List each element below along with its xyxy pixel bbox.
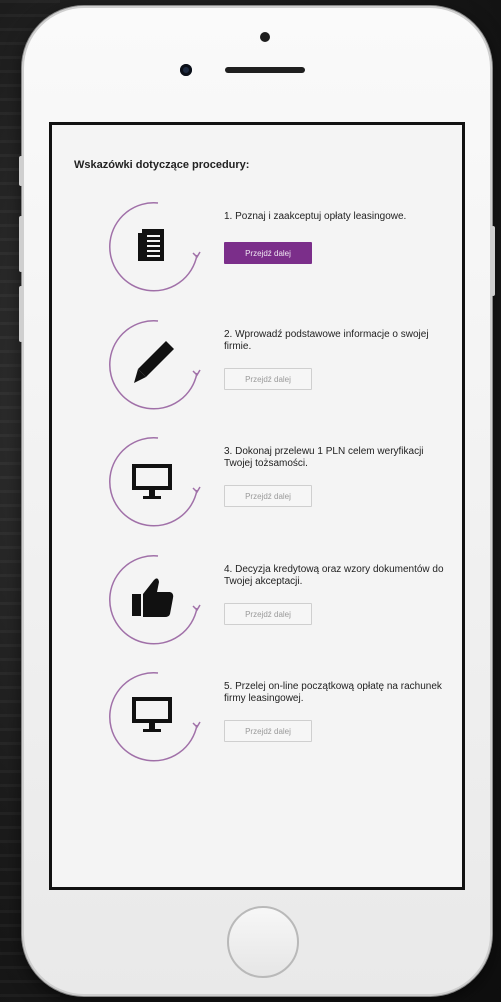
earpiece-speaker: [225, 67, 305, 73]
front-camera: [180, 64, 192, 76]
monitor-icon: [132, 697, 172, 732]
home-button[interactable]: [227, 906, 299, 978]
monitor-icon: [132, 464, 172, 499]
next-step-button[interactable]: Przejdź dalej: [224, 720, 312, 742]
phone-screen: Wskazówki dotyczące procedury: 1. Poznaj…: [49, 122, 465, 890]
step-item: 4. Decyzja kredytową oraz wzory dokument…: [52, 550, 462, 660]
step-item: 5. Przelej on-line początkową opłatę na …: [52, 667, 462, 777]
next-step-button[interactable]: Przejdź dalej: [224, 485, 312, 507]
power-button: [491, 226, 495, 296]
step-item: 3. Dokonaj przelewu 1 PLN celem weryfika…: [52, 432, 462, 542]
step-text: 3. Dokonaj przelewu 1 PLN celem weryfika…: [224, 446, 424, 469]
step-text: 5. Przelej on-line początkową opłatę na …: [224, 681, 442, 704]
step-text: 2. Wprowadź podstawowe informacje o swoj…: [224, 329, 429, 352]
volume-up-button: [19, 216, 23, 272]
phone-frame: Wskazówki dotyczące procedury: 1. Poznaj…: [19, 6, 495, 996]
step-item: 2. Wprowadź podstawowe informacje o swoj…: [52, 315, 462, 425]
next-step-button[interactable]: Przejdź dalej: [224, 603, 312, 625]
proximity-sensor: [260, 32, 270, 42]
next-step-button[interactable]: Przejdź dalej: [224, 368, 312, 390]
next-step-button[interactable]: Przejdź dalej: [224, 242, 312, 264]
step-item: 1. Poznaj i zaakceptuj opłaty leasingowe…: [52, 197, 462, 307]
thumbs-up-icon: [132, 578, 174, 617]
volume-down-button: [19, 286, 23, 342]
document-list-icon: [138, 229, 164, 261]
step-text: 1. Poznaj i zaakceptuj opłaty leasingowe…: [224, 211, 407, 222]
page-title: Wskazówki dotyczące procedury:: [74, 159, 250, 171]
step-text: 4. Decyzja kredytową oraz wzory dokument…: [224, 564, 444, 587]
pencil-icon: [134, 341, 174, 383]
mute-switch: [19, 156, 23, 186]
